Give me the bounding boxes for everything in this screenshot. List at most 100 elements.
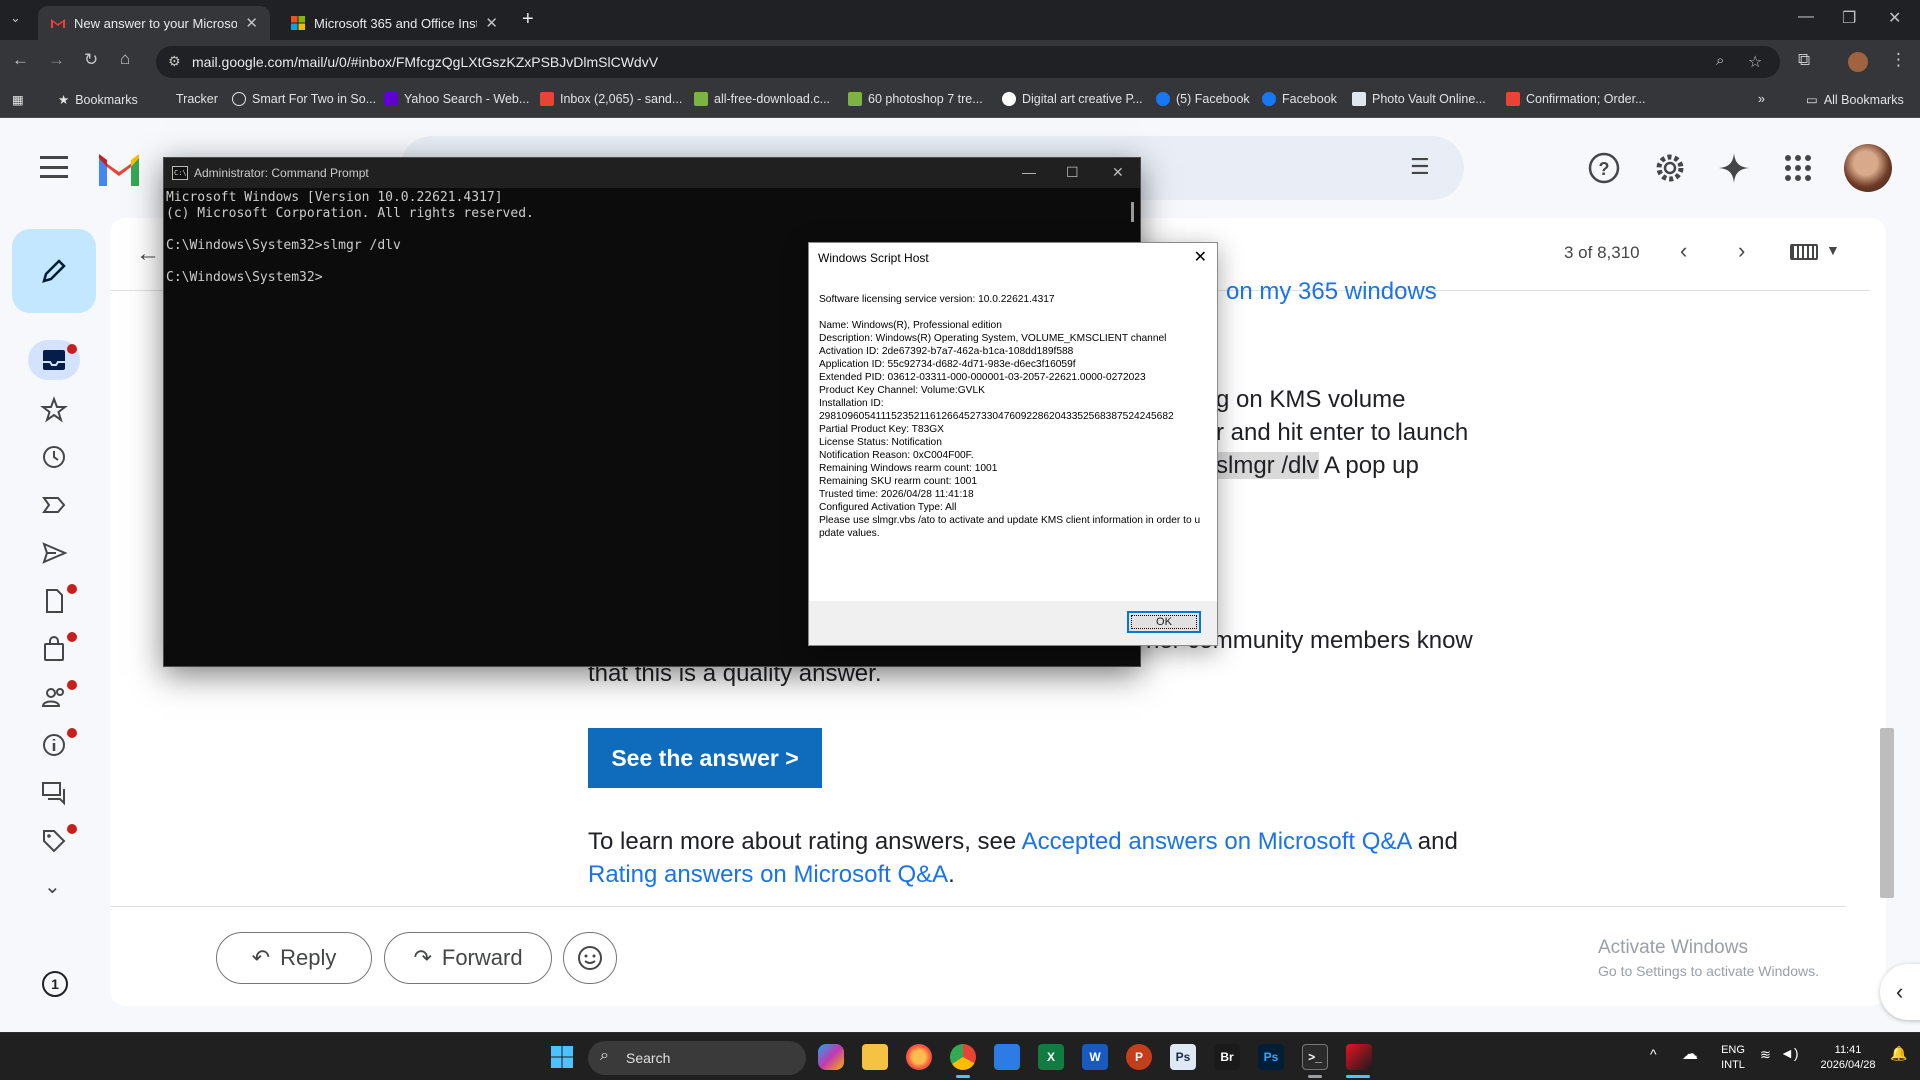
powerpoint-icon[interactable]: P	[1126, 1044, 1152, 1070]
close-icon[interactable]: ✕	[1888, 8, 1901, 28]
input-tools-keyboard-icon[interactable]	[1790, 244, 1818, 260]
notifications-bell-icon[interactable]: 🔔	[1890, 1046, 1907, 1061]
apps-grid-icon[interactable]	[1780, 150, 1816, 186]
bookmark-item[interactable]: 60 photoshop 7 tre...	[848, 92, 983, 106]
reload-icon[interactable]: ↻	[84, 50, 98, 70]
help-icon[interactable]: ?	[1586, 150, 1622, 186]
dialog-close-icon[interactable]: ✕	[1194, 247, 1207, 267]
tab-microsoft[interactable]: Microsoft 365 and Office Install ✕	[278, 6, 510, 40]
forums-icon[interactable]	[40, 779, 68, 807]
clock[interactable]: 11:41 2026/04/28	[1812, 1043, 1884, 1073]
excel-icon[interactable]: X	[1038, 1044, 1064, 1070]
cmd-close-icon[interactable]: ✕	[1112, 164, 1124, 181]
gmail-logo[interactable]	[96, 150, 142, 186]
bookmark-item[interactable]: Photo Vault Online...	[1352, 92, 1486, 106]
side-panel-toggle-icon[interactable]: ‹	[1880, 964, 1920, 1020]
store-icon[interactable]	[994, 1044, 1020, 1070]
onedrive-cloud-icon[interactable]: ☁	[1682, 1047, 1698, 1063]
account-avatar[interactable]	[1844, 144, 1892, 192]
ok-button[interactable]: OK	[1127, 611, 1201, 633]
new-tab-button[interactable]: +	[522, 8, 534, 31]
important-icon[interactable]	[40, 491, 68, 519]
bookmark-item[interactable]: Digital art creative P...	[1002, 92, 1143, 106]
cmd-minimize-icon[interactable]: —	[1022, 164, 1036, 180]
wifi-icon[interactable]: ≋	[1760, 1047, 1771, 1062]
zoom-icon[interactable]: ⌕	[1716, 52, 1724, 69]
emoji-reaction-button[interactable]	[563, 932, 617, 984]
bookmark-item[interactable]: Facebook	[1262, 92, 1337, 106]
bookmark-item[interactable]: Yahoo Search - Web...	[384, 92, 529, 106]
updates-info-icon[interactable]	[40, 731, 68, 759]
sent-icon[interactable]	[40, 539, 68, 567]
photoshop-dark-icon[interactable]: Ps	[1258, 1044, 1284, 1070]
photoshop-icon[interactable]: Ps	[1170, 1044, 1196, 1070]
accepted-answers-link[interactable]: Accepted answers on Microsoft Q&A	[1022, 828, 1412, 855]
search-options-icon[interactable]: ☰	[1410, 154, 1430, 180]
language-indicator[interactable]: ENG INTL	[1716, 1043, 1750, 1073]
more-chevron-icon[interactable]: ⌄	[44, 874, 61, 899]
bookmark-item[interactable]: all-free-download.c...	[694, 92, 830, 106]
bookmark-item[interactable]: ★ Bookmarks	[58, 92, 138, 108]
body-line-link[interactable]: on my 365 windows	[1226, 278, 1437, 306]
start-windows-icon[interactable]	[550, 1045, 574, 1069]
see-answer-button[interactable]: See the answer >	[588, 728, 822, 788]
site-info-icon[interactable]: ⚙	[168, 53, 181, 70]
forward-icon[interactable]: →	[48, 50, 65, 70]
bookmark-star-icon[interactable]: ☆	[1748, 52, 1762, 72]
reply-button[interactable]: ↶ Reply	[216, 932, 372, 984]
bookmark-item[interactable]: Smart For Two in So...	[232, 92, 376, 106]
profile-avatar[interactable]	[1848, 52, 1868, 72]
back-to-inbox-icon[interactable]: ←	[136, 240, 160, 268]
back-icon[interactable]: ←	[12, 50, 29, 70]
snoozed-clock-icon[interactable]	[40, 443, 68, 471]
input-tools-dropdown-icon[interactable]: ▼	[1826, 242, 1840, 258]
tab-search-button[interactable]: ⌄	[10, 10, 21, 26]
tab-close-icon[interactable]: ✕	[245, 14, 258, 32]
settings-gear-icon[interactable]	[1652, 150, 1688, 186]
cmd-scrollbar[interactable]	[1131, 202, 1134, 222]
address-bar[interactable]: ⚙ mail.google.com/mail/u/0/#inbox/FMfcgz…	[156, 46, 1780, 78]
cmd-maximize-icon[interactable]: ☐	[1066, 164, 1079, 181]
show-hidden-icons-icon[interactable]: ^	[1650, 1047, 1657, 1062]
snipping-tool-icon[interactable]	[1346, 1044, 1372, 1070]
social-people-icon[interactable]	[40, 683, 68, 711]
tab-gmail[interactable]: New answer to your Microsoft Q ✕	[38, 6, 270, 40]
purchases-bag-icon[interactable]	[40, 635, 68, 663]
promotions-tag-icon[interactable]	[40, 827, 68, 855]
bookmark-item[interactable]: Inbox (2,065) - sand...	[540, 92, 682, 106]
newer-icon[interactable]: ‹	[1680, 238, 1687, 264]
more-bookmarks-icon[interactable]: »	[1758, 92, 1765, 106]
url-text[interactable]: mail.google.com/mail/u/0/#inbox/FMfcgzQg…	[192, 54, 658, 70]
main-menu-icon[interactable]	[40, 156, 68, 178]
inbox-icon[interactable]	[40, 346, 68, 374]
word-icon[interactable]: W	[1082, 1044, 1108, 1070]
minimize-icon[interactable]: —	[1798, 8, 1814, 26]
forward-button[interactable]: ↷ Forward	[384, 932, 552, 984]
older-icon[interactable]: ›	[1738, 238, 1745, 264]
cmd-title-bar[interactable]: C:\ Administrator: Command Prompt — ☐ ✕	[164, 158, 1140, 188]
tab-close-icon[interactable]: ✕	[485, 14, 498, 32]
chrome-icon[interactable]	[950, 1044, 976, 1070]
bookmark-item[interactable]: (5) Facebook	[1156, 92, 1250, 106]
compose-button[interactable]	[12, 229, 96, 313]
starred-icon[interactable]	[40, 396, 68, 424]
copilot-icon[interactable]	[818, 1044, 844, 1070]
menu-icon[interactable]: ⋮	[1890, 50, 1907, 70]
scrollbar-thumb[interactable]	[1880, 728, 1894, 898]
bridge-icon[interactable]: Br	[1214, 1044, 1240, 1070]
rating-answers-link[interactable]: Rating answers on Microsoft Q&A	[588, 861, 948, 888]
gemini-sparkle-icon[interactable]	[1716, 150, 1752, 186]
apps-icon[interactable]: ▦	[12, 92, 24, 107]
volume-icon[interactable]: ◄)	[1780, 1046, 1799, 1061]
terminal-icon[interactable]: >_	[1302, 1044, 1328, 1070]
bookmark-item[interactable]: Confirmation; Order...	[1506, 92, 1646, 106]
restore-icon[interactable]: ❐	[1842, 8, 1856, 28]
rail-badge[interactable]: 1	[42, 971, 68, 997]
home-icon[interactable]: ⌂	[120, 49, 130, 69]
windows-script-host-dialog[interactable]: Windows Script Host ✕ Software licensing…	[808, 242, 1218, 646]
taskbar-search[interactable]: ⌕ Search	[588, 1041, 806, 1075]
bookmark-item[interactable]: Tracker	[176, 92, 218, 106]
firefox-icon[interactable]	[906, 1044, 932, 1070]
all-bookmarks[interactable]: ▭ All Bookmarks	[1806, 92, 1904, 108]
drafts-icon[interactable]	[40, 587, 68, 615]
